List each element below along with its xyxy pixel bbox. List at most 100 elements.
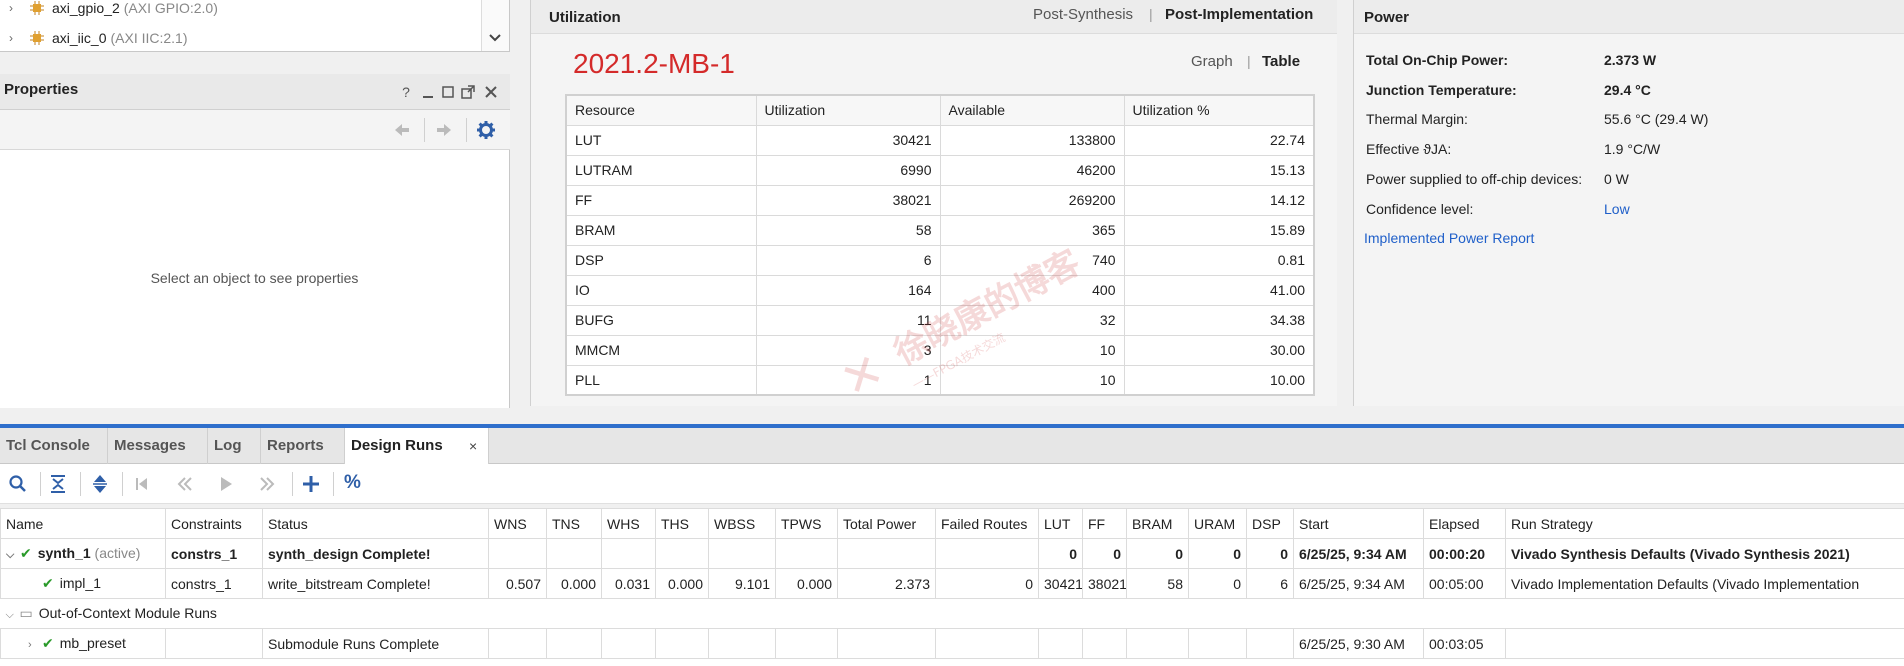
lut-cell: 30421 [1038,568,1083,599]
column-header[interactable]: TNS [546,508,602,539]
column-header[interactable]: WNS [488,508,547,539]
expand-chevron-icon[interactable]: › [28,639,42,651]
util-pct-cell: 22.74 [1123,124,1315,156]
column-header[interactable]: Status [262,508,489,539]
wns-cell: 0.507 [488,568,547,599]
table-row[interactable]: BRAM 58 365 15.89 [565,214,1315,246]
column-header[interactable]: FF [1082,508,1127,539]
tab-post-synthesis[interactable]: Post-Synthesis [1033,6,1133,23]
column-header[interactable]: LUT [1038,508,1083,539]
float-window-icon[interactable] [460,84,476,100]
table-row-mb-preset[interactable]: › ✔ mb_preset Submodule Runs Complete 6/25… [0,628,1904,659]
collapse-all-icon[interactable] [48,474,68,494]
table-row[interactable]: LUTRAM 6990 46200 15.13 [565,154,1315,186]
column-header[interactable]: Total Power [837,508,936,539]
lut-cell: 0 [1038,538,1083,569]
confidence-level-link[interactable]: Low [1604,201,1884,217]
column-header[interactable]: Start [1293,508,1424,539]
column-header[interactable]: URAM [1188,508,1247,539]
table-row-synth[interactable]: ⌵ ✔ synth_1 (active) constrs_1 synth_desig… [0,538,1904,569]
table-row[interactable]: FF 38021 269200 14.12 [565,184,1315,216]
chevron-down-icon[interactable] [487,30,503,46]
strategy-cell [1505,628,1904,659]
column-header[interactable]: Available [939,94,1125,126]
tab-design-runs[interactable]: Design Runs [345,428,489,465]
close-icon[interactable] [483,84,499,100]
table-row-ooc-group[interactable]: ⌵ ▭ Out-of-Context Module Runs [0,598,1904,629]
collapse-chevron-icon[interactable]: ⌵ [6,609,20,622]
column-header[interactable]: Run Strategy [1505,508,1904,539]
column-header[interactable]: Resource [565,94,757,126]
table-row[interactable]: BUFG 11 32 34.38 [565,304,1315,336]
strategy-cell: Vivado Synthesis Defaults (Vivado Synthe… [1505,538,1904,569]
tree-item-axi-iic-0[interactable]: › axi_iic_0 (AXI IIC:2.1) [0,27,188,49]
tree-scrollbar[interactable] [481,0,509,51]
column-header[interactable]: TPWS [775,508,838,539]
column-header[interactable]: Elapsed [1423,508,1506,539]
column-header[interactable]: Utilization % [1123,94,1315,126]
column-header[interactable]: WBSS [708,508,776,539]
column-header[interactable]: Utilization [755,94,941,126]
bottom-tab-bar: Tcl Console Messages Log Reports Design … [0,428,1904,465]
column-header[interactable]: Name [0,508,166,539]
total-power-cell: 2.373 [837,568,936,599]
util-resource-cell: BRAM [565,214,757,246]
expand-chevron-icon[interactable]: › [4,31,18,45]
column-header[interactable]: Failed Routes [935,508,1039,539]
table-row-impl[interactable]: ✔ impl_1 constrs_1 write_bitstream Comple… [0,568,1904,599]
run-name: impl_1 [59,575,101,591]
run-name-cell: ⌵ ✔ synth_1 (active) [0,538,166,569]
tree-item-name: axi_gpio_2 [52,0,120,16]
util-resource-cell: IO [565,274,757,306]
tpws-cell: 0.000 [775,568,838,599]
util-utilization-cell: 3 [755,334,941,366]
percent-icon[interactable]: % [344,472,364,493]
help-button[interactable]: ? [398,84,414,100]
strategy-cell: Vivado Implementation Defaults (Vivado I… [1505,568,1904,599]
util-utilization-cell: 1 [755,364,941,396]
table-row[interactable]: IO 164 400 41.00 [565,274,1315,306]
expand-chevron-icon[interactable]: › [4,1,18,15]
util-available-cell: 46200 [939,154,1125,186]
view-graph-toggle[interactable]: Graph [1191,53,1233,70]
back-arrow-icon[interactable] [392,120,412,140]
tab-log[interactable]: Log [208,428,261,464]
add-icon[interactable] [301,474,321,494]
tree-item-axi-gpio-2[interactable]: › axi_gpio_2 (AXI GPIO:2.0) [0,0,218,19]
tab-reports[interactable]: Reports [261,428,345,464]
table-row[interactable]: DSP 6 740 0.81 [565,244,1315,276]
minimize-icon[interactable] [420,84,436,100]
column-header[interactable]: THS [655,508,709,539]
play-icon[interactable] [216,474,236,494]
previous-step-icon[interactable] [174,474,194,494]
table-row[interactable]: PLL 1 10 10.00 [565,364,1315,396]
column-header[interactable]: DSP [1246,508,1294,539]
collapse-chevron-icon[interactable]: ⌵ [6,549,20,562]
util-utilization-cell: 11 [755,304,941,336]
search-icon[interactable] [8,474,28,494]
util-resource-cell: LUTRAM [565,154,757,186]
maximize-icon[interactable] [440,84,456,100]
tab-tcl-console[interactable]: Tcl Console [0,428,108,464]
constraints-cell: constrs_1 [165,538,263,569]
util-resource-cell: FF [565,184,757,216]
tab-post-implementation[interactable]: Post-Implementation [1165,6,1313,23]
next-step-icon[interactable] [258,474,278,494]
column-header[interactable]: WHS [601,508,656,539]
power-report-link[interactable]: Implemented Power Report [1364,230,1534,250]
utilization-panel: Utilization Post-Synthesis | Post-Implem… [530,0,1337,406]
first-step-icon[interactable] [132,474,152,494]
column-header[interactable]: BRAM [1126,508,1189,539]
view-table-toggle[interactable]: Table [1262,53,1300,70]
status-cell: synth_design Complete! [262,538,489,569]
failed-routes-cell [935,538,1039,569]
close-tab-icon[interactable]: × [469,428,477,464]
gear-icon[interactable] [476,120,496,140]
expand-all-icon[interactable] [90,474,110,494]
offchip-power-value: 0 W [1604,171,1629,187]
forward-arrow-icon[interactable] [434,120,454,140]
tab-messages[interactable]: Messages [108,428,208,464]
table-row[interactable]: LUT 30421 133800 22.74 [565,124,1315,156]
table-row[interactable]: MMCM 3 10 30.00 [565,334,1315,366]
column-header[interactable]: Constraints [165,508,263,539]
